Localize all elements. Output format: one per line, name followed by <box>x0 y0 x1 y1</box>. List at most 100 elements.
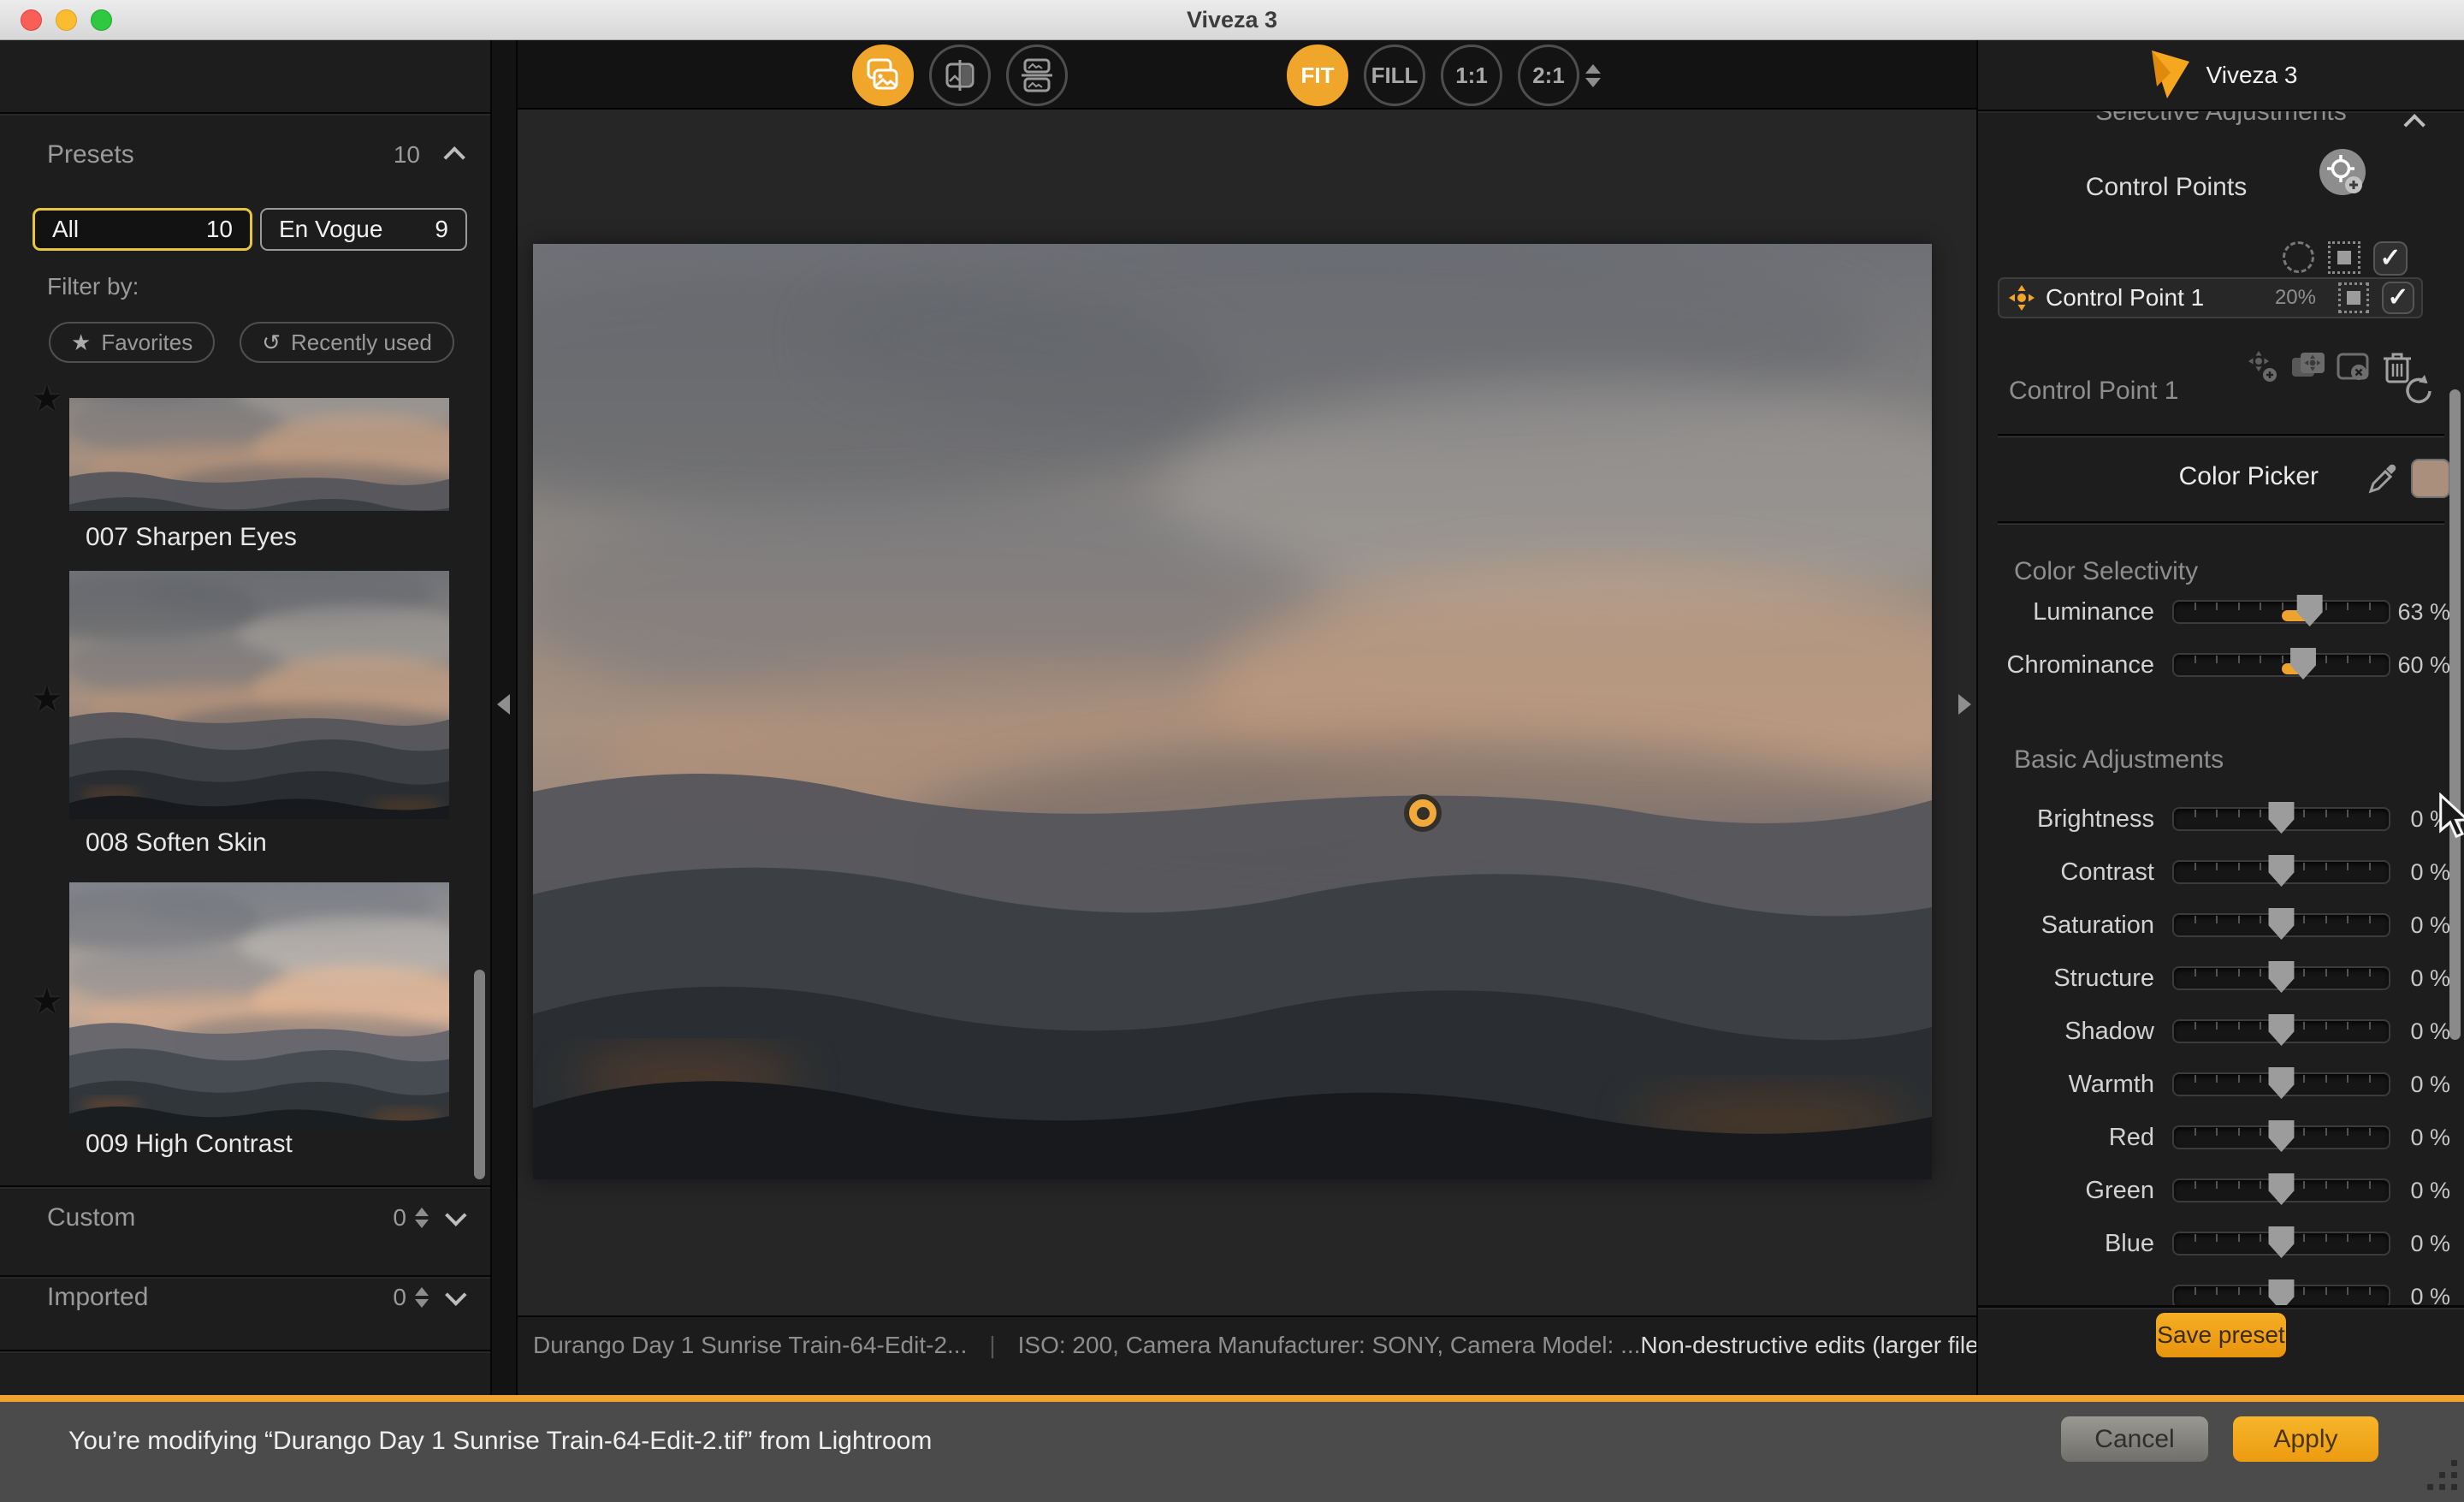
slider-value: 0 % <box>2390 1178 2464 1204</box>
favorite-star-icon[interactable]: ★ <box>31 980 63 1022</box>
preset-thumbnail[interactable] <box>69 398 449 511</box>
preset-list: ★007 Sharpen Eyes★008 Soften Skin★009 Hi… <box>0 40 490 1395</box>
hidden-slider[interactable] <box>2172 1284 2390 1305</box>
exif-metadata-label: ISO: 200, Camera Manufacturer: SONY, Cam… <box>1018 1332 1641 1359</box>
slider-row: Contrast0 % <box>1978 846 2464 899</box>
count-stepper-icon[interactable] <box>415 1205 430 1231</box>
chrominance-slider[interactable] <box>2172 652 2390 678</box>
close-window-button[interactable] <box>21 9 42 31</box>
eyedropper-button[interactable] <box>2366 462 2400 496</box>
ungroup-control-points-button[interactable] <box>2336 349 2370 383</box>
slider-label: Warmth <box>1978 1071 2154 1099</box>
divider <box>0 1350 490 1351</box>
apply-button[interactable]: Apply <box>2233 1416 2378 1462</box>
color-swatch[interactable] <box>2411 459 2450 498</box>
chevron-down-icon[interactable] <box>445 1204 466 1226</box>
favorite-star-icon[interactable]: ★ <box>31 678 63 720</box>
count-stepper-icon[interactable] <box>415 1285 430 1310</box>
sidebar-section-custom[interactable]: Custom 0 <box>0 1194 490 1242</box>
selective-adjustments-title: Selective Adjustments <box>1978 111 2464 127</box>
slider-value: 0 % <box>2390 1284 2464 1306</box>
zoom-window-button[interactable] <box>91 9 112 31</box>
mask-view-toggle-icon[interactable] <box>2328 241 2360 274</box>
warmth-slider[interactable] <box>2172 1072 2390 1097</box>
chevron-down-icon[interactable] <box>445 1284 466 1305</box>
stacked-compare-icon <box>1019 57 1055 93</box>
control-point-marker[interactable] <box>1404 794 1442 832</box>
sidebar-section-imported[interactable]: Imported 0 <box>0 1273 490 1321</box>
reset-button[interactable] <box>2402 373 2436 407</box>
slider-row: Red0 % <box>1978 1111 2464 1164</box>
window-titlebar: Viveza 3 <box>0 0 2464 40</box>
cancel-button[interactable]: Cancel <box>2061 1416 2208 1462</box>
control-point-enable-checkbox[interactable]: ✓ <box>2382 282 2414 314</box>
slider-label: Saturation <box>1978 911 2154 940</box>
preset-thumbnail[interactable] <box>69 882 449 1129</box>
presets-sidebar: Presets 10 All 10 En Vogue 9 Filter by: … <box>0 40 490 1395</box>
basic-adjustments-sliders: Brightness0 %Contrast0 % Saturation 0 % Str… <box>1978 793 2464 1305</box>
mouse-cursor <box>2435 793 2464 842</box>
photo-image <box>533 244 1932 1179</box>
adjustments-panel: Viveza 3 Selective Adjustments Control P… <box>1976 40 2464 1395</box>
control-point-detail-title: Control Point 1 <box>2009 377 2178 406</box>
slider-row: Structure0 % <box>1978 952 2464 1005</box>
slider-label: Structure <box>1978 965 2154 993</box>
preset-name: 007 Sharpen Eyes <box>86 519 297 555</box>
group-control-points-button[interactable] <box>2290 349 2325 383</box>
viveza-logo-icon <box>2145 49 2193 102</box>
image-canvas[interactable] <box>518 111 1976 1315</box>
color-picker-row: Color Picker <box>1978 455 2464 503</box>
adjustments-scroll-area: Selective Adjustments Control Points ✓ <box>1978 111 2464 1305</box>
collapse-left-arrow-icon[interactable] <box>497 694 510 715</box>
panel-scrollbar[interactable] <box>2449 389 2461 1040</box>
slider-row: Warmth0 % <box>1978 1058 2464 1111</box>
single-image-view-button[interactable] <box>852 45 914 106</box>
slider-row: 0 % <box>1978 1270 2464 1305</box>
minimize-window-button[interactable] <box>56 9 77 31</box>
control-point-row[interactable]: Control Point 1 20% ✓ <box>1998 277 2423 318</box>
zoom-stepper[interactable] <box>1585 64 1602 88</box>
step-up-icon <box>1585 64 1601 74</box>
brightness-slider[interactable] <box>2172 806 2390 832</box>
red-slider[interactable] <box>2172 1125 2390 1150</box>
zoom-mode-fill-button[interactable]: FILL <box>1364 45 1425 106</box>
contrast-slider[interactable] <box>2172 859 2390 885</box>
mask-view-toggle-icon[interactable] <box>2338 282 2369 313</box>
collapse-right-arrow-icon[interactable] <box>1958 694 1971 715</box>
reset-icon <box>2402 373 2436 407</box>
zoom-mode-2-1-button[interactable]: 2:1 <box>1518 45 1579 106</box>
non-destructive-label: Non-destructive edits (larger files) <box>1640 1332 1999 1359</box>
save-preset-button[interactable]: Save preset <box>2156 1313 2286 1357</box>
blue-slider[interactable] <box>2172 1231 2390 1256</box>
zoom-mode-1-1-button[interactable]: 1:1 <box>1441 45 1502 106</box>
green-slider[interactable] <box>2172 1178 2390 1203</box>
resize-grip[interactable] <box>2420 1458 2459 1498</box>
duplicate-control-point-button[interactable] <box>2245 349 2279 383</box>
global-enable-checkbox[interactable]: ✓ <box>2373 241 2408 276</box>
structure-slider[interactable] <box>2172 965 2390 991</box>
photo-preview[interactable] <box>533 244 1932 1179</box>
color-picker-label: Color Picker <box>2179 462 2319 491</box>
slider-label: Shadow <box>1978 1018 2154 1046</box>
preset-list-scrollbar[interactable] <box>474 970 485 1179</box>
add-control-point-button[interactable] <box>2318 147 2367 197</box>
slider-label: Blue <box>1978 1230 2154 1258</box>
control-point-name: Control Point 1 <box>2046 284 2204 312</box>
slider-row: Brightness0 % <box>1978 793 2464 846</box>
filename-label: Durango Day 1 Sunrise Train-64-Edit-2... <box>533 1332 967 1359</box>
side-by-side-view-button[interactable] <box>1006 45 1068 106</box>
zoom-mode-fit-button[interactable]: FIT <box>1287 45 1348 106</box>
favorite-star-icon[interactable]: ★ <box>31 377 63 419</box>
preset-thumbnail[interactable] <box>69 571 449 819</box>
slider-row: Blue 0 % <box>1978 1217 2464 1270</box>
slider-value: 0 % <box>2390 1231 2464 1257</box>
color-selectivity-title: Color Selectivity <box>2014 557 2198 586</box>
split-preview-view-button[interactable] <box>929 45 991 106</box>
shadow-slider[interactable] <box>2172 1018 2390 1044</box>
divider <box>1978 1305 2464 1308</box>
slider-row: Chrominance60 % <box>1978 638 2464 692</box>
selection-circle-toggle-icon[interactable] <box>2283 241 2314 273</box>
slider-label: Chrominance <box>1978 651 2154 680</box>
luminance-slider[interactable] <box>2172 599 2390 625</box>
saturation-slider[interactable] <box>2172 912 2390 938</box>
